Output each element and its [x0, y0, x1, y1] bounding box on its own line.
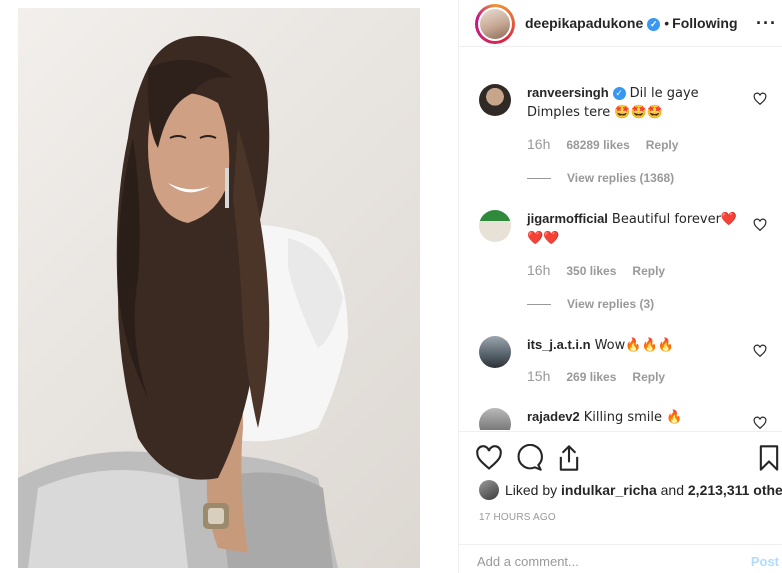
- liked-by-and: and: [660, 482, 684, 498]
- post-header: deepikapadukone ✓ • Following ···: [459, 0, 782, 47]
- post-photo-illustration: [18, 36, 348, 568]
- add-comment-bar: Add a comment... Post: [459, 544, 782, 573]
- comments-list[interactable]: ranveersingh ✓ Dil le gaye Dimples tere 🤩🤩…: [459, 48, 782, 430]
- comment-like-heart-icon[interactable]: [753, 416, 767, 430]
- comment-text-block: rajadev2 Killing smile 🔥: [527, 408, 743, 427]
- post-timestamp[interactable]: 17 HOURS AGO: [479, 512, 556, 523]
- comment-icon[interactable]: [515, 444, 543, 472]
- comment-meta: 16h 350 likes Reply: [527, 262, 665, 278]
- post-comment-button[interactable]: Post: [751, 554, 779, 569]
- view-replies-button[interactable]: View replies (3): [527, 297, 654, 311]
- verified-badge-icon: ✓: [612, 87, 626, 100]
- comment-likes[interactable]: 350 likes: [566, 264, 616, 278]
- comment-time[interactable]: 16h: [527, 262, 550, 278]
- post-photo[interactable]: [18, 8, 420, 568]
- liked-by-prefix: Liked by: [505, 482, 558, 498]
- comment-like-heart-icon[interactable]: [753, 218, 767, 232]
- liker-username[interactable]: indulkar_richa: [561, 482, 657, 498]
- commenter-avatar[interactable]: [479, 336, 511, 368]
- reply-button[interactable]: Reply: [632, 264, 665, 278]
- commenter-username[interactable]: its_j.a.t.i.n: [527, 337, 591, 352]
- more-options-icon[interactable]: ···: [756, 13, 777, 34]
- add-comment-input[interactable]: Add a comment...: [477, 554, 579, 569]
- owner-line: deepikapadukone ✓ • Following: [525, 15, 738, 31]
- bookmark-icon[interactable]: [755, 444, 782, 472]
- view-replies-label: View replies (1368): [567, 171, 675, 185]
- view-replies-label: View replies (3): [567, 297, 655, 311]
- comment-time[interactable]: 16h: [527, 136, 550, 152]
- view-replies-button[interactable]: View replies (1368): [527, 171, 674, 185]
- share-icon[interactable]: [555, 444, 583, 472]
- comment-body: Killing smile 🔥: [583, 410, 683, 425]
- commenter-avatar[interactable]: [479, 210, 511, 242]
- likes-count-link[interactable]: 2,213,311 others: [688, 482, 782, 498]
- liker-avatar[interactable]: [479, 480, 499, 500]
- comment-text-block: its_j.a.t.i.n Wow🔥🔥🔥: [527, 336, 743, 355]
- comment-likes[interactable]: 68289 likes: [566, 138, 629, 152]
- comment-text-block: jigarmofficial Beautiful forever❤️❤️❤️: [527, 210, 743, 248]
- commenter-username[interactable]: ranveersingh: [527, 85, 609, 100]
- comment-likes[interactable]: 269 likes: [566, 370, 616, 384]
- separator-dot: •: [664, 15, 670, 31]
- reply-button[interactable]: Reply: [646, 138, 679, 152]
- owner-avatar[interactable]: [475, 4, 515, 44]
- post-sidebar: deepikapadukone ✓ • Following ··· ranveersi…: [458, 0, 782, 573]
- comment-text-block: ranveersingh ✓ Dil le gaye Dimples tere 🤩🤩…: [527, 84, 743, 122]
- post-actions: Liked by indulkar_richa and 2,213,311 ot…: [459, 431, 782, 573]
- following-button[interactable]: Following: [672, 15, 737, 31]
- verified-badge-icon: ✓: [647, 18, 661, 31]
- comment-like-heart-icon[interactable]: [753, 92, 767, 106]
- comment-time[interactable]: 15h: [527, 368, 550, 384]
- comment-body: Wow🔥🔥🔥: [594, 338, 674, 353]
- comment-meta: 15h 269 likes Reply: [527, 368, 665, 384]
- commenter-username[interactable]: jigarmofficial: [527, 211, 608, 226]
- reply-button[interactable]: Reply: [632, 370, 665, 384]
- owner-username[interactable]: deepikapadukone: [525, 15, 643, 31]
- comment-meta: 16h 68289 likes Reply: [527, 136, 678, 152]
- commenter-username[interactable]: rajadev2: [527, 409, 580, 424]
- heart-icon[interactable]: [475, 444, 503, 472]
- commenter-avatar[interactable]: [479, 84, 511, 116]
- commenter-avatar[interactable]: [479, 408, 511, 430]
- photo-panel: [0, 0, 458, 573]
- comment-like-heart-icon[interactable]: [753, 344, 767, 358]
